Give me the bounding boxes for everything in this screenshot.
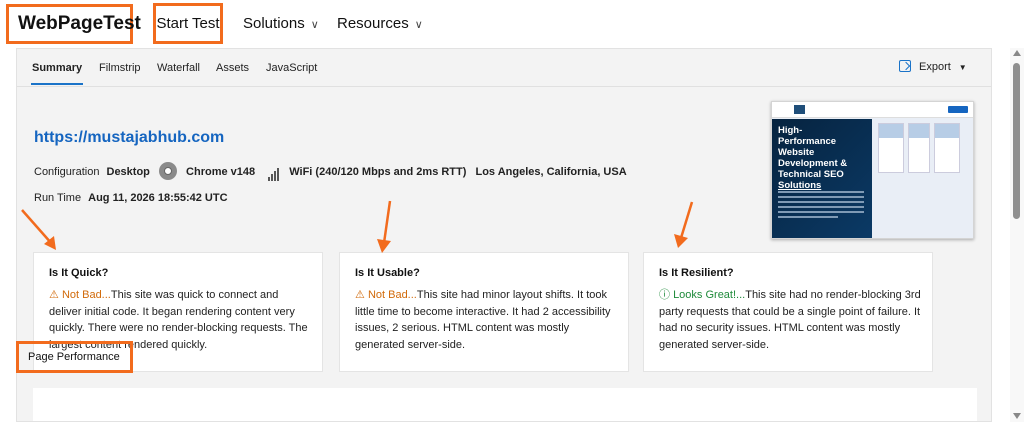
- chevron-down-icon: ∨: [310, 19, 319, 31]
- thumb-hero: High- Performance Website Development & …: [772, 119, 872, 238]
- chrome-browser-icon: [158, 162, 177, 180]
- thumb-card: [934, 123, 960, 173]
- thumb-navbar: [772, 102, 973, 118]
- results-panel: Summary Filmstrip Waterfall Assets JavaS…: [16, 48, 992, 422]
- page-performance-section: [33, 388, 977, 421]
- scroll-up-arrow-icon[interactable]: [1013, 50, 1021, 56]
- warning-icon: ⚠: [49, 289, 59, 301]
- card-is-it-usable: Is It Usable? ⚠ Not Bad...This site had …: [339, 252, 629, 372]
- thumb-logo: [794, 105, 805, 114]
- chevron-down-icon: ∨: [414, 19, 423, 31]
- config-browser: Chrome v148: [186, 166, 256, 178]
- annotation-arrow-icon: [674, 201, 694, 248]
- runtime-value: Aug 11, 2026 18:55:42 UTC: [88, 192, 228, 204]
- scroll-down-arrow-icon[interactable]: [1013, 413, 1021, 419]
- tab-summary[interactable]: Summary: [32, 62, 82, 74]
- card-body: ⓘ Looks Great!...This site had no render…: [659, 287, 921, 353]
- config-location: Los Angeles, California, USA: [475, 166, 627, 178]
- export-button[interactable]: Export ▼: [899, 60, 967, 73]
- config-connection: WiFi (240/120 Mbps and 2ms RTT): [289, 166, 467, 178]
- result-tabs: Summary Filmstrip Waterfall Assets JavaS…: [17, 49, 991, 87]
- nav-solutions-label: Solutions: [243, 15, 305, 32]
- export-label: Export: [919, 61, 951, 73]
- config-label: Configuration: [34, 166, 100, 178]
- card-body: ⚠ Not Bad...This site had minor layout s…: [355, 287, 617, 353]
- runtime-label: Run Time: [34, 192, 82, 204]
- tested-url[interactable]: https://mustajabhub.com: [34, 129, 224, 147]
- test-configuration: Configuration Desktop Chrome v148 WiFi (…: [34, 162, 627, 181]
- page-performance-heading: Page Performance: [16, 341, 133, 373]
- connection-signal-icon: [268, 168, 280, 181]
- nav-solutions[interactable]: Solutions ∨: [243, 15, 319, 32]
- annotation-arrow-icon: [377, 200, 392, 253]
- nav-resources[interactable]: Resources ∨: [337, 15, 423, 32]
- top-nav: WebPageTest Start Test Solutions ∨ Resour…: [0, 0, 1024, 48]
- thumb-hero-heading: High- Performance Website Development & …: [778, 125, 848, 191]
- export-icon: [899, 60, 911, 72]
- caret-down-icon: ▼: [958, 63, 967, 72]
- active-tab-indicator: [31, 83, 83, 85]
- card-title: Is It Quick?: [49, 267, 109, 279]
- page-screenshot-thumbnail[interactable]: High- Performance Website Development & …: [771, 101, 974, 239]
- thumb-cta: [948, 106, 968, 113]
- thumb-card: [878, 123, 904, 173]
- card-verdict: Not Bad...: [367, 289, 417, 301]
- tab-waterfall[interactable]: Waterfall: [157, 62, 200, 74]
- tab-assets[interactable]: Assets: [216, 62, 249, 74]
- info-icon: ⓘ: [659, 289, 670, 301]
- nav-resources-label: Resources: [337, 15, 409, 32]
- card-title: Is It Resilient?: [659, 267, 734, 279]
- site-logo[interactable]: WebPageTest: [6, 4, 141, 44]
- warning-icon: ⚠: [355, 289, 365, 301]
- thumb-hero-text: [778, 191, 864, 221]
- nav-start-test[interactable]: Start Test: [153, 3, 223, 44]
- annotation-arrow-icon: [21, 209, 56, 250]
- run-time: Run Time Aug 11, 2026 18:55:42 UTC: [34, 192, 228, 204]
- thumb-card: [908, 123, 930, 173]
- config-device: Desktop: [106, 166, 150, 178]
- tab-javascript[interactable]: JavaScript: [266, 62, 317, 74]
- card-verdict: Looks Great!...: [673, 289, 746, 301]
- tab-filmstrip[interactable]: Filmstrip: [99, 62, 141, 74]
- scrollbar-thumb[interactable]: [1013, 63, 1020, 219]
- card-is-it-resilient: Is It Resilient? ⓘ Looks Great!...This s…: [643, 252, 933, 372]
- card-verdict: Not Bad...: [61, 289, 111, 301]
- card-title: Is It Usable?: [355, 267, 420, 279]
